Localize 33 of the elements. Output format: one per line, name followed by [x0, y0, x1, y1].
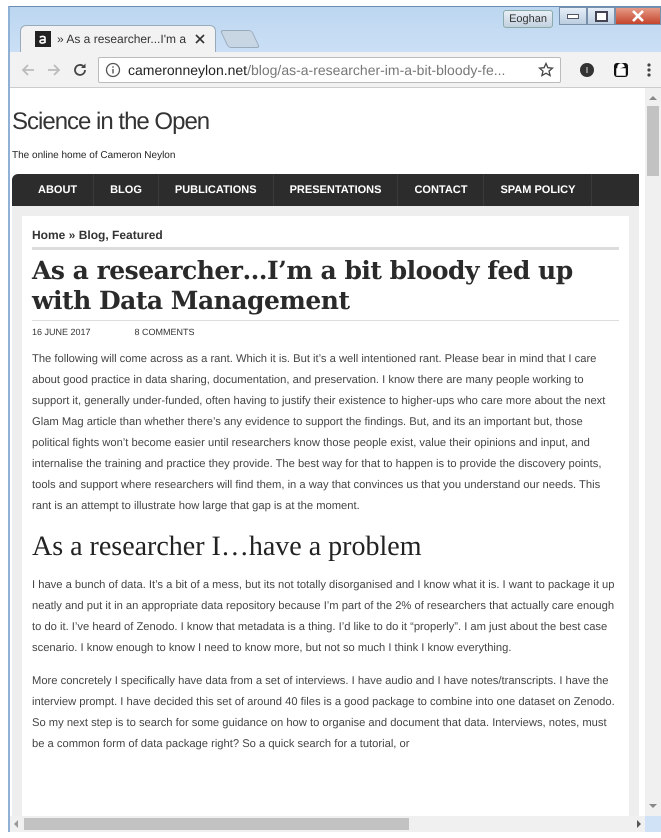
- site-title[interactable]: Science in the Open: [12, 108, 639, 136]
- close-button[interactable]: [615, 7, 661, 25]
- post-date: 16 JUNE 2017: [32, 327, 91, 337]
- nav-link[interactable]: ABOUT: [12, 174, 94, 206]
- breadcrumb[interactable]: Home » Blog, Featured: [32, 228, 619, 250]
- body-paragraph: The following will come across as a rant. Which it is. But it’s a well intentioned rant. Please bear in mind that I care about good practice in data sharing, documentation, and preservation. I know there are many people working to support it, generally under-funded, often having to justify their existence to higher-ups who care more about the next Glam Mag article than whether there’s any evidence to support the findings. But, and its an important but, those political fights won’t become easier until researchers know those people exist, value their opinions and input, and internalise the training and practice they provide. The best way for that to happen is to provide the discovery points, tools and support where researchers will find them, in a way that convinces us that you understand our needs. This rant is an attempt to illustrate how large that gap is at the moment.: [32, 352, 606, 514]
- vertical-scrollbar[interactable]: [645, 88, 661, 816]
- body-paragraph: I have a bunch of data. It’s a bit of a mess, but its not totally disorganised and I know what it is. I want to package it up neatly and put it in an appropriate data repository because I’m part of the 2% of researchers that actually care enough to do it. I’ve heard of Zenodo. I know that metadata is a thing. I’d like to do it “properly”. I am just about the best case scenario. I know enough to know I need to know more, but not so much I think I know everything.: [32, 578, 616, 656]
- site-favicon-icon: [35, 31, 51, 47]
- close-tab-icon[interactable]: [195, 34, 205, 44]
- close-icon: [631, 10, 645, 22]
- nav-link[interactable]: BLOG: [94, 174, 159, 206]
- nav-link[interactable]: PRESENTATIONS: [274, 174, 398, 206]
- user-profile-button[interactable]: Eoghan: [503, 10, 553, 28]
- comments-link[interactable]: 8 COMMENTS: [134, 327, 195, 337]
- reload-icon[interactable]: [72, 62, 88, 78]
- minimize-button[interactable]: [559, 7, 587, 25]
- section-heading: As a researcher I…have a problem: [32, 531, 422, 563]
- maximize-button[interactable]: [587, 7, 615, 25]
- nav-link[interactable]: PUBLICATIONS: [158, 174, 274, 206]
- extension-icon[interactable]: [613, 62, 629, 78]
- nav-link[interactable]: SPAM POLICY: [484, 174, 592, 206]
- post-title: As a researcher…I’m a bit bloody fed up with Data Management: [32, 256, 574, 316]
- menu-icon[interactable]: [647, 62, 651, 76]
- browser-tab[interactable]: » As a researcher...I'm a: [20, 25, 216, 52]
- address-bar[interactable]: cameronneylon.net/blog/as-a-researcher-im-a-bit-bloody-fe...: [98, 56, 561, 82]
- body-paragraph: More concretely I specifically have data from a set of interviews. I have audio and I have notes/transcripts. I have the interview prompt. I have decided this set of around 40 files is a good package to combine into one dataset on Zenodo. So my next step is to search for some guidance on how to organise and document that data. Interviews, notes, must be a common form of data package right? So a quick search for a tutorial, or: [32, 674, 616, 752]
- horizontal-scrollbar[interactable]: [10, 816, 645, 832]
- info-icon[interactable]: [105, 62, 121, 78]
- bookmark-star-icon[interactable]: [538, 62, 554, 78]
- nav-link[interactable]: CONTACT: [398, 174, 484, 206]
- site-tagline: The online home of Cameron Neylon: [12, 150, 176, 161]
- extension-icon[interactable]: [579, 62, 595, 78]
